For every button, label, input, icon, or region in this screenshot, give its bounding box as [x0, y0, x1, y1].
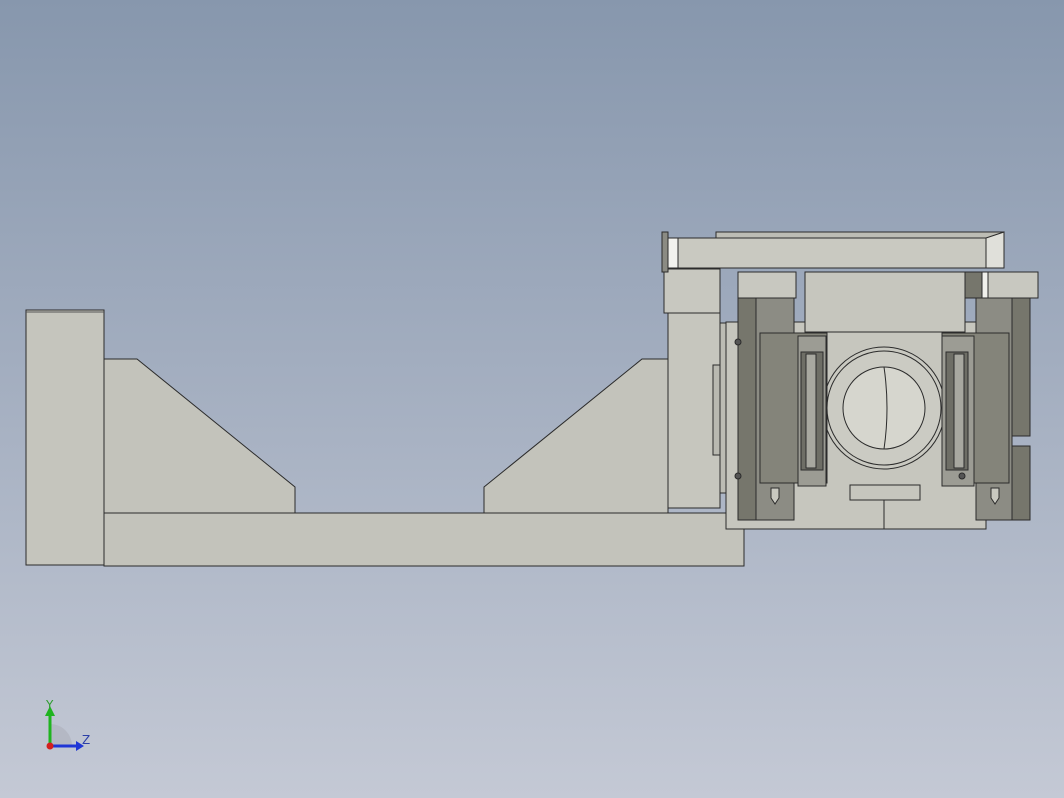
left-end-block [25, 309, 105, 566]
right-gusset [483, 358, 669, 514]
right-guide-rail [1011, 297, 1031, 437]
triad-y-label: Y [46, 698, 54, 712]
triad-z-label: Z [82, 733, 91, 747]
base-rail [103, 512, 745, 567]
coordinate-triad [45, 706, 84, 751]
upper-bracket-left [663, 268, 721, 314]
cad-model-drawing [25, 231, 1039, 751]
cad-viewport[interactable]: Y Z [0, 0, 1064, 798]
motor-shaft-cap [842, 366, 926, 450]
top-cover-plate [667, 237, 1003, 269]
mount-plate [667, 307, 721, 509]
left-gusset [103, 358, 296, 514]
left-guide-rail [737, 297, 757, 521]
